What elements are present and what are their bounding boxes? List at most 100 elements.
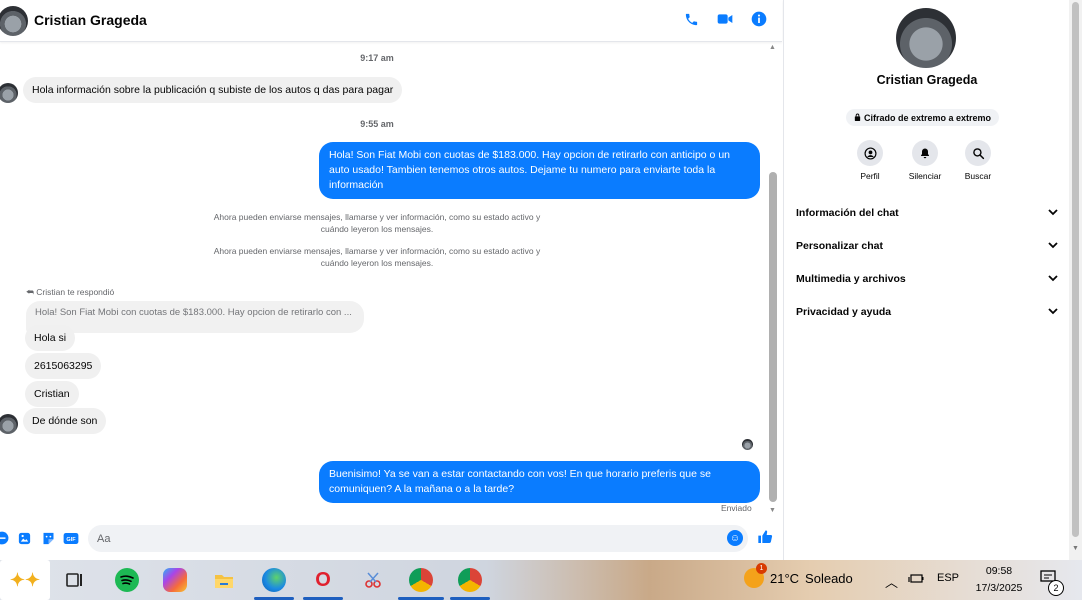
battery-network-icon[interactable] xyxy=(908,572,924,587)
section-media-files[interactable]: Multimedia y archivos xyxy=(796,269,1058,289)
profile-icon[interactable] xyxy=(857,140,883,166)
messenger-window: Cristian Grageda 9:17 am Hola informació… xyxy=(0,0,1082,560)
photo-icon[interactable] xyxy=(16,530,32,546)
system-notice: Ahora pueden enviarse mensajes, llamarse… xyxy=(213,212,541,234)
incoming-message[interactable]: 2615063295 xyxy=(25,353,102,379)
search-action-label: Buscar xyxy=(964,171,992,181)
clock-time: 09:58 xyxy=(985,565,1013,577)
chevron-down-icon xyxy=(1048,274,1058,284)
phone-icon[interactable] xyxy=(682,10,700,28)
message-row: 2615063295 xyxy=(25,353,102,379)
composer: GIF ☺ xyxy=(0,520,782,556)
profile-action[interactable]: Perfil xyxy=(840,140,900,181)
chat-header: Cristian Grageda xyxy=(0,0,782,42)
message-row: Buenisimo! Ya se van a estar contactando… xyxy=(319,461,760,503)
emoji-icon[interactable]: ☺ xyxy=(727,530,743,546)
chat-info-panel: Cristian Grageda Cifrado de extremo a ex… xyxy=(783,0,1069,560)
reply-quote[interactable]: Hola! Son Fiat Mobi con cuotas de $183.0… xyxy=(26,301,364,333)
opera-icon[interactable]: O xyxy=(311,568,335,592)
timestamp: 9:17 am xyxy=(360,53,394,63)
lock-icon xyxy=(854,113,861,123)
weather-text: Soleado xyxy=(805,570,853,586)
chrome-icon[interactable] xyxy=(409,568,433,592)
more-actions-icon[interactable] xyxy=(0,530,10,546)
encryption-text: Cifrado de extremo a extremo xyxy=(864,112,992,123)
search-action[interactable]: Buscar xyxy=(948,140,1008,181)
profile-name: Cristian Grageda xyxy=(876,73,978,87)
svg-text:GIF: GIF xyxy=(66,536,76,542)
chat-scrollbar[interactable]: ▲ ▼ xyxy=(766,44,780,514)
message-row: Cristian xyxy=(25,381,79,407)
bell-icon[interactable] xyxy=(912,140,938,166)
message-row: De dónde son xyxy=(0,408,107,434)
contact-name[interactable]: Cristian Grageda xyxy=(34,12,147,28)
notification-count: 2 xyxy=(1048,580,1064,596)
gif-icon[interactable]: GIF xyxy=(63,530,79,546)
sticker-icon[interactable] xyxy=(40,530,56,546)
search-icon[interactable] xyxy=(965,140,991,166)
scroll-down-arrow-icon[interactable]: ▼ xyxy=(769,507,776,514)
thumbs-up-icon[interactable] xyxy=(757,529,773,549)
replied-text: Cristian te respondió xyxy=(36,287,115,297)
section-customize-chat[interactable]: Personalizar chat xyxy=(796,236,1058,256)
outgoing-message[interactable]: Hola! Son Fiat Mobi con cuotas de $183.0… xyxy=(319,142,760,199)
copilot-sparkle-icon[interactable]: ✦✦ xyxy=(0,560,50,600)
microsoft-copilot-icon[interactable] xyxy=(163,568,187,592)
header-actions xyxy=(682,10,768,28)
section-label: Información del chat xyxy=(796,207,899,219)
weather-temp: 21°C xyxy=(770,570,800,586)
chrome-profile-icon[interactable] xyxy=(458,568,482,592)
section-label: Multimedia y archivos xyxy=(796,273,906,285)
weather-badge: 1 xyxy=(756,563,767,574)
video-call-icon[interactable] xyxy=(716,10,734,28)
replied-label: ⮪ Cristian te respondió xyxy=(26,287,114,298)
scroll-thumb[interactable] xyxy=(769,172,777,502)
sun-icon: 1 xyxy=(744,563,767,588)
section-label: Privacidad y ayuda xyxy=(796,306,892,318)
clock-date: 17/3/2025 xyxy=(975,582,1023,594)
contact-avatar[interactable] xyxy=(0,83,18,103)
chevron-down-icon xyxy=(1048,241,1058,251)
chat-pane: Cristian Grageda 9:17 am Hola informació… xyxy=(0,0,782,560)
mute-action[interactable]: Silenciar xyxy=(895,140,955,181)
incoming-message[interactable]: Hola información sobre la publicación q … xyxy=(23,77,403,103)
message-row: Hola información sobre la publicación q … xyxy=(0,77,403,103)
profile-avatar[interactable] xyxy=(896,8,956,68)
timestamp: 9:55 am xyxy=(360,119,394,129)
snipping-tool-icon[interactable] xyxy=(361,568,385,592)
page-scroll-thumb[interactable] xyxy=(1072,2,1079,537)
chevron-up-icon[interactable]: ︿ xyxy=(885,572,898,591)
spotify-icon[interactable] xyxy=(115,568,139,592)
chevron-down-icon xyxy=(1048,307,1058,317)
system-notice: Ahora pueden enviarse mensajes, llamarse… xyxy=(213,246,541,268)
message-row: Hola! Son Fiat Mobi con cuotas de $183.0… xyxy=(319,142,760,199)
file-explorer-icon[interactable] xyxy=(212,568,236,592)
weather-widget[interactable]: 1 21°C Soleado xyxy=(744,563,853,588)
profile-action-label: Perfil xyxy=(860,171,880,181)
reply-arrow-icon: ⮪ xyxy=(26,287,37,297)
incoming-message[interactable]: Cristian xyxy=(25,381,79,407)
section-chat-info[interactable]: Información del chat xyxy=(796,203,1058,223)
message-input[interactable] xyxy=(88,525,748,552)
sent-status: Enviado xyxy=(721,503,752,513)
language-indicator[interactable]: ESP xyxy=(937,572,959,584)
info-icon[interactable] xyxy=(750,10,768,28)
section-privacy-help[interactable]: Privacidad y ayuda xyxy=(796,302,1058,322)
contact-avatar[interactable] xyxy=(0,414,18,434)
incoming-message[interactable]: De dónde son xyxy=(23,408,107,434)
edge-icon[interactable] xyxy=(262,568,286,592)
page-scrollbar[interactable]: ▼ xyxy=(1069,0,1082,560)
chevron-down-icon xyxy=(1048,208,1058,218)
scroll-up-arrow-icon[interactable]: ▲ xyxy=(769,44,776,51)
contact-avatar[interactable] xyxy=(0,6,28,36)
encryption-badge[interactable]: Cifrado de extremo a extremo xyxy=(846,109,1000,126)
system-clock[interactable]: 09:58 17/3/2025 xyxy=(971,563,1027,597)
incoming-message[interactable]: Hola si xyxy=(25,325,76,351)
scroll-down-arrow-icon[interactable]: ▼ xyxy=(1072,545,1079,552)
task-view-icon[interactable] xyxy=(63,568,87,592)
seen-avatar xyxy=(742,439,753,450)
section-label: Personalizar chat xyxy=(796,240,883,252)
message-row: Hola si xyxy=(25,325,76,351)
mute-action-label: Silenciar xyxy=(908,171,942,181)
outgoing-message[interactable]: Buenisimo! Ya se van a estar contactando… xyxy=(319,461,760,503)
